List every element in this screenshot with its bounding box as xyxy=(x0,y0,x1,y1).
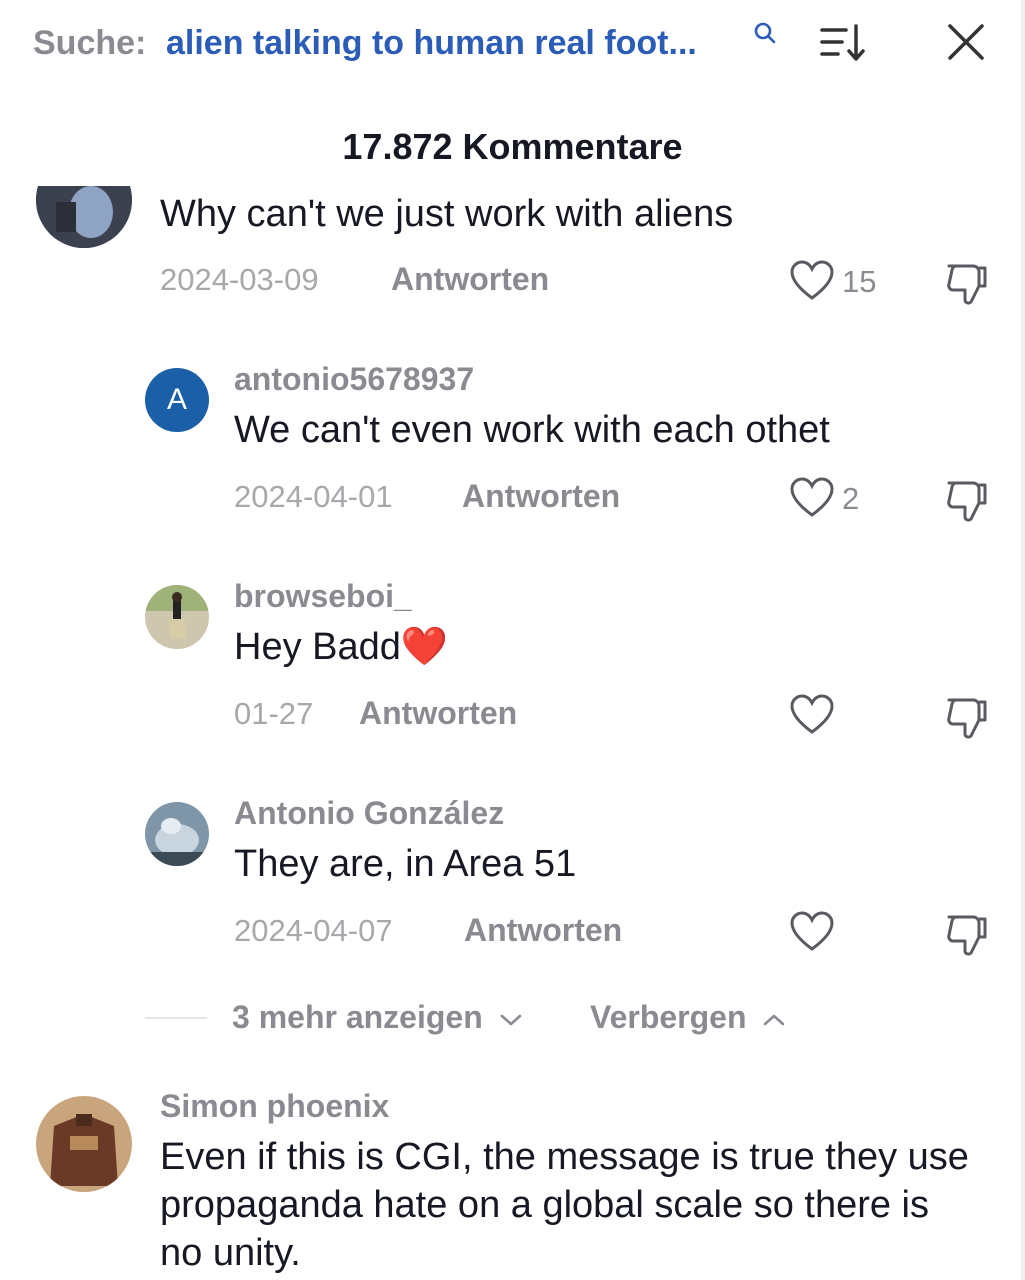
show-more-replies-button[interactable]: 3 mehr anzeigen xyxy=(232,999,522,1036)
comment-date: 01-27 xyxy=(234,696,314,731)
search-prefix-label: Suche: xyxy=(33,24,147,62)
thumbs-down-icon[interactable] xyxy=(943,260,991,306)
reply-button[interactable]: Antworten xyxy=(391,261,549,298)
comment-date: 2024-03-09 xyxy=(160,262,319,297)
search-icon[interactable] xyxy=(752,20,778,46)
comment-text: They are, in Area 51 xyxy=(234,843,577,885)
search-query-link[interactable]: alien talking to human real foot... xyxy=(166,24,697,63)
search-header: Suche: alien talking to human real foot.… xyxy=(0,0,1025,90)
comment-text: Even if this is CGI, the message is true… xyxy=(160,1136,969,1274)
hide-replies-button[interactable]: Verbergen xyxy=(590,999,785,1036)
reply-button[interactable]: Antworten xyxy=(359,695,517,732)
comment-date: 2024-04-01 xyxy=(234,479,393,514)
avatar[interactable]: A xyxy=(145,368,209,432)
avatar[interactable] xyxy=(145,585,209,649)
comment-text: Why can't we just work with aliens xyxy=(160,193,734,235)
reply-button[interactable]: Antworten xyxy=(464,912,622,949)
heart-icon[interactable] xyxy=(789,477,835,519)
show-more-label: 3 mehr anzeigen xyxy=(232,999,483,1035)
username[interactable]: Simon phoenix xyxy=(160,1088,389,1125)
comment-text: Hey Badd❤️ xyxy=(234,626,449,668)
panel-edge xyxy=(1021,0,1025,1280)
thumbs-down-icon[interactable] xyxy=(943,911,991,957)
comment-count-title: 17.872 Kommentare xyxy=(342,126,683,167)
thread-divider xyxy=(145,1017,207,1019)
like-count: 2 xyxy=(842,481,860,516)
thumbs-down-icon[interactable] xyxy=(943,477,991,523)
heart-icon[interactable] xyxy=(789,260,835,302)
sort-icon[interactable] xyxy=(818,22,868,64)
chevron-down-icon xyxy=(500,1014,521,1025)
like-count: 15 xyxy=(842,264,877,299)
heart-icon[interactable] xyxy=(789,911,835,953)
username[interactable]: Antonio González xyxy=(234,795,504,832)
username[interactable]: antonio5678937 xyxy=(234,361,474,398)
avatar[interactable] xyxy=(36,186,132,248)
comment-date: 2024-04-07 xyxy=(234,913,393,948)
close-icon[interactable] xyxy=(946,22,986,62)
comment-list: Why can't we just work with aliens 2024-… xyxy=(0,186,1025,1280)
avatar[interactable] xyxy=(36,1096,132,1192)
comments-panel: Suche: alien talking to human real foot.… xyxy=(0,0,1025,1280)
avatar[interactable] xyxy=(145,802,209,866)
reply-button[interactable]: Antworten xyxy=(462,478,620,515)
comment-text: We can't even work with each othet xyxy=(234,409,830,451)
chevron-up-icon xyxy=(764,1014,785,1025)
heart-icon[interactable] xyxy=(789,694,835,736)
username[interactable]: browseboi_ xyxy=(234,578,412,615)
hide-replies-label: Verbergen xyxy=(590,999,747,1035)
thumbs-down-icon[interactable] xyxy=(943,694,991,740)
